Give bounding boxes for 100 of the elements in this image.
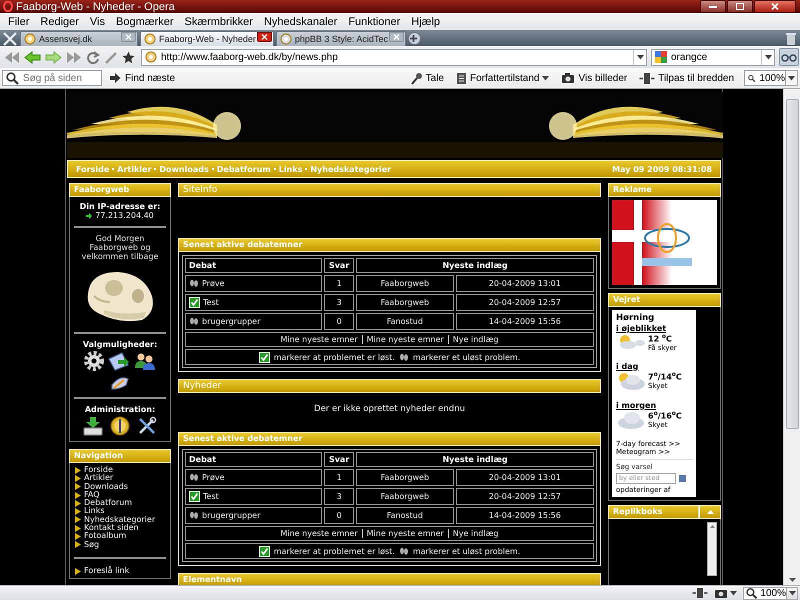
checked-box-icon (258, 352, 270, 362)
forum-link[interactable]: Nye indlæg (452, 529, 499, 538)
table-cell: Fanostud (356, 507, 454, 524)
zoom-dropdown-button[interactable] (786, 70, 798, 86)
arrow-down-icon[interactable] (788, 578, 796, 582)
gear-icon[interactable] (84, 351, 104, 371)
badge-icon[interactable] (110, 416, 130, 436)
bookmark-button[interactable] (122, 50, 135, 64)
panel-title: Senest aktive debatemner (178, 432, 601, 446)
tools-button[interactable] (2, 32, 18, 46)
nav-link[interactable]: Artikler (84, 474, 114, 483)
scrollbar-thumb[interactable] (786, 99, 798, 429)
toolbar-button[interactable]: Forfattertilstand (456, 72, 550, 84)
close-button[interactable] (754, 0, 796, 13)
collapse-button[interactable] (699, 504, 721, 519)
maximize-button[interactable] (727, 0, 753, 13)
legend-text: markerer et uløst problem. (412, 546, 520, 556)
toolbar-button[interactable]: Tilpas til bredden (639, 72, 734, 84)
menu-item[interactable]: Rediger (35, 16, 85, 28)
nav-link[interactable]: Debatforum (84, 499, 132, 508)
column-header: Svar (324, 452, 354, 467)
browser-tab[interactable]: phpBB 3 Style: AcidTec (276, 31, 406, 46)
nav-link[interactable]: Kontakt siden (84, 524, 139, 532)
back-button[interactable] (24, 50, 41, 64)
nav-link[interactable]: Fotoalbum (84, 532, 126, 541)
reload-button[interactable] (86, 50, 100, 64)
table-cell: 20-04-2009 13:01 (456, 275, 594, 292)
forum-link[interactable]: Mine nyeste emner (280, 335, 358, 344)
table-cell: 0 (324, 313, 354, 330)
forum-link[interactable]: Nye indlæg (452, 335, 499, 344)
search-button[interactable] (679, 474, 686, 482)
reload-icon (86, 50, 100, 64)
period-link[interactable]: i dag (616, 362, 693, 371)
topic-link[interactable]: Test (203, 298, 219, 307)
microphone-icon (410, 72, 423, 84)
nav-link[interactable]: Søg (84, 540, 100, 549)
tools-icon[interactable] (137, 416, 157, 436)
table-cell: 14-04-2009 15:56 (456, 313, 594, 330)
browser-tab[interactable]: Assensvej.dk (20, 31, 138, 46)
period-link[interactable]: i øjeblikket (616, 324, 693, 333)
address-field[interactable]: http://www.faaborg-web.dk/by/news.php (141, 48, 647, 66)
envelope-icon[interactable] (108, 351, 130, 371)
menu-item[interactable]: Skærmbrikker (179, 16, 259, 28)
topic-link[interactable]: Prøve (202, 473, 225, 482)
toolbar-button[interactable]: Vis billeder (561, 72, 628, 84)
caret-icon (542, 76, 550, 80)
ip-address: 77.213.204.40 (95, 211, 154, 220)
table-cell: 20-04-2009 13:01 (456, 469, 594, 486)
nav-link[interactable]: Forside (84, 466, 113, 474)
glasses-button[interactable] (779, 48, 799, 66)
minimize-button[interactable] (700, 0, 726, 13)
topic-link[interactable]: brugergrupper (202, 511, 260, 520)
panel-title: Elementnavn (178, 573, 601, 585)
find-next-button[interactable]: Find næste (110, 72, 176, 84)
nav-link[interactable]: Links (84, 507, 105, 516)
image-toggle-button[interactable] (714, 588, 737, 598)
close-icon (771, 3, 779, 10)
panel-title: Replikboks (608, 504, 699, 519)
date-text: May 09 2009 08:31:08 (612, 164, 712, 174)
forum-link[interactable]: Mine nyeste emner (366, 335, 444, 344)
nav-link[interactable]: Foreslå link (84, 566, 130, 576)
nav-link[interactable]: FAQ (84, 490, 100, 500)
zoom-field[interactable]: 100% (744, 70, 786, 86)
search-field[interactable]: orangce (651, 48, 775, 66)
menu-item[interactable]: Funktioner (343, 16, 406, 28)
page-icon (145, 51, 157, 63)
panel-title: Vejret (608, 293, 721, 307)
camera-icon (714, 588, 728, 598)
cloud-icon (616, 410, 646, 430)
close-tab-button[interactable] (256, 32, 272, 42)
table-cell: Faaborgweb (356, 294, 454, 311)
panel-title: Senest aktive debatemner (178, 238, 601, 252)
caret-icon (730, 590, 737, 596)
topic-link[interactable]: Test (203, 492, 219, 501)
find-field[interactable]: Søg på siden (2, 70, 102, 86)
users-icon[interactable] (134, 351, 156, 371)
nav-link[interactable]: Downloads (84, 482, 128, 491)
menu-item[interactable]: Filer (3, 16, 36, 28)
forum-link[interactable]: Mine nyeste emner (280, 529, 358, 538)
forum-link[interactable]: Mine nyeste emner (366, 529, 444, 538)
toolbar-button[interactable]: Tale (410, 72, 444, 84)
menu-item[interactable]: Vis (84, 16, 112, 28)
period-link[interactable]: i morgen (616, 400, 693, 410)
new-tab-button[interactable] (408, 32, 421, 45)
menu-item[interactable]: Nyhedskanaler (258, 16, 344, 28)
caret-icon (764, 54, 772, 60)
trash-button[interactable] (786, 32, 796, 45)
menu-item[interactable]: Hjælp (406, 16, 446, 28)
nav-link[interactable]: Nyhedskategorier (84, 516, 156, 524)
scrollbar[interactable] (707, 522, 717, 576)
table-cell: 3 (324, 294, 354, 311)
topic-link[interactable]: brugergrupper (202, 317, 260, 326)
fit-width-icon[interactable] (692, 587, 708, 599)
zoom-dropdown-button[interactable] (787, 586, 798, 600)
browser-tab[interactable]: Faaborg-Web - Nyheder (140, 31, 274, 46)
menu-item[interactable]: Bogmærker (111, 16, 180, 28)
download-icon[interactable] (83, 416, 103, 436)
scrollbar[interactable] (783, 89, 800, 585)
topic-link[interactable]: Prøve (202, 279, 225, 288)
zoom-field[interactable]: 100% (743, 586, 787, 600)
